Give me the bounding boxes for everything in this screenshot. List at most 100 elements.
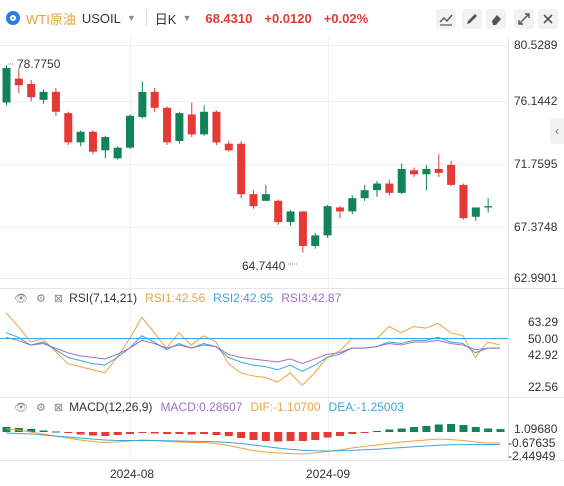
rsi-line-rsi1 — [5, 312, 501, 386]
macd-bar — [76, 432, 85, 435]
macd-value: MACD:0.28607 — [160, 400, 243, 414]
settings-icon[interactable]: ⚙ — [36, 401, 46, 414]
candle — [200, 111, 209, 135]
macd-bar — [459, 425, 468, 432]
price-axis-label: 80.5289 — [514, 38, 558, 52]
low-annotation: 64.7440 — [242, 259, 286, 273]
candle — [150, 91, 159, 108]
time-axis-label: 2024-08 — [110, 467, 154, 481]
macd-bar — [274, 432, 283, 442]
candle — [113, 147, 122, 159]
settings-icon[interactable]: ⚙ — [36, 292, 46, 305]
eye-icon[interactable]: 👁 — [14, 292, 28, 305]
candle — [224, 143, 233, 151]
candle — [385, 183, 394, 193]
rsi-legend: 👁 ⚙ ⊠ RSI(7,14,21) RSI1:42.56 RSI2:42.95… — [0, 290, 341, 306]
macd-bar — [385, 429, 394, 432]
candle — [39, 91, 48, 100]
candle — [51, 91, 60, 112]
candle — [261, 194, 270, 201]
candle — [126, 115, 134, 148]
macd-bar — [113, 432, 122, 435]
candle — [27, 83, 36, 98]
candle — [249, 194, 258, 207]
candle — [360, 190, 369, 199]
macd-bar — [373, 431, 381, 432]
macd-bar — [298, 432, 307, 441]
candle — [471, 207, 480, 217]
macd-bar — [138, 432, 147, 433]
candle — [14, 78, 23, 86]
candle — [138, 91, 147, 118]
price-axis-label: 71.7595 — [514, 157, 558, 171]
macd-bar — [311, 432, 320, 440]
macd-bar — [484, 428, 493, 432]
candle — [237, 143, 246, 195]
macd-bar — [447, 424, 456, 432]
candle — [422, 168, 431, 175]
macd-bar — [163, 432, 172, 434]
rsi2-value: RSI2:42.95 — [213, 291, 274, 305]
price-axis-label: 62.9901 — [514, 271, 558, 285]
close-small-icon[interactable]: ⊠ — [54, 292, 63, 305]
dif-value: DIF:-1.10700 — [250, 400, 321, 414]
macd-legend: 👁 ⚙ ⊠ MACD(12,26,9) MACD:0.28607 DIF:-1.… — [0, 399, 404, 415]
candle — [101, 137, 110, 151]
macd-bar — [422, 426, 431, 432]
macd-bar — [187, 432, 196, 435]
macd-axis-label: -0.67635 — [508, 436, 556, 450]
candle — [397, 168, 406, 193]
candle — [274, 200, 283, 223]
macd-bar — [126, 432, 134, 434]
macd-bar — [286, 432, 295, 441]
candle — [410, 170, 419, 175]
macd-bar — [335, 432, 344, 436]
macd-bar — [212, 432, 221, 435]
rsi-line-rsi3 — [5, 336, 500, 365]
rsi-axis-label: 50.00 — [528, 332, 558, 346]
rsi-axis-label: 63.29 — [528, 315, 558, 329]
rsi-axis-label: 42.92 — [528, 348, 558, 362]
macd-bar — [150, 432, 159, 434]
price-axis-label: 67.3748 — [514, 220, 558, 234]
candle — [88, 131, 97, 152]
chevron-left-icon: ‹ — [555, 124, 559, 138]
candle — [2, 67, 11, 103]
candle — [484, 206, 493, 208]
candles — [2, 65, 493, 253]
candle — [447, 164, 456, 185]
rsi-axis-label: 22.56 — [528, 380, 558, 394]
high-annotation: 78.7750 — [17, 57, 61, 71]
macd-bar — [410, 427, 419, 432]
macd-bar — [471, 427, 480, 432]
macd-axis-label: 1.09680 — [514, 422, 558, 436]
macd-bar — [64, 432, 73, 433]
macd-bar — [434, 424, 443, 432]
macd-bar — [249, 432, 258, 440]
candle — [434, 168, 443, 173]
candle — [298, 211, 307, 246]
macd-bar — [175, 432, 184, 434]
collapse-panel-button[interactable]: ‹ — [550, 118, 564, 144]
candle — [76, 131, 85, 143]
candle — [373, 183, 381, 191]
candle — [459, 184, 468, 219]
candle — [323, 206, 332, 236]
macd-bar — [348, 432, 357, 434]
macd-bar — [88, 432, 97, 436]
rsi3-value: RSI3:42.87 — [281, 291, 342, 305]
macd-bar — [39, 430, 48, 432]
candle — [335, 207, 344, 212]
macd-bar — [237, 432, 246, 438]
close-small-icon[interactable]: ⊠ — [54, 401, 63, 414]
dea-value: DEA:-1.25003 — [328, 400, 404, 414]
rsi-label: RSI(7,14,21) — [69, 291, 138, 305]
eye-icon[interactable]: 👁 — [14, 401, 28, 414]
candle — [175, 113, 184, 142]
candle — [286, 211, 295, 223]
candle — [163, 107, 172, 143]
macd-bar — [224, 432, 233, 436]
price-axis-label: 76.1442 — [514, 94, 558, 108]
macd-axis-label: -2.44949 — [508, 449, 556, 463]
candle — [64, 113, 73, 143]
